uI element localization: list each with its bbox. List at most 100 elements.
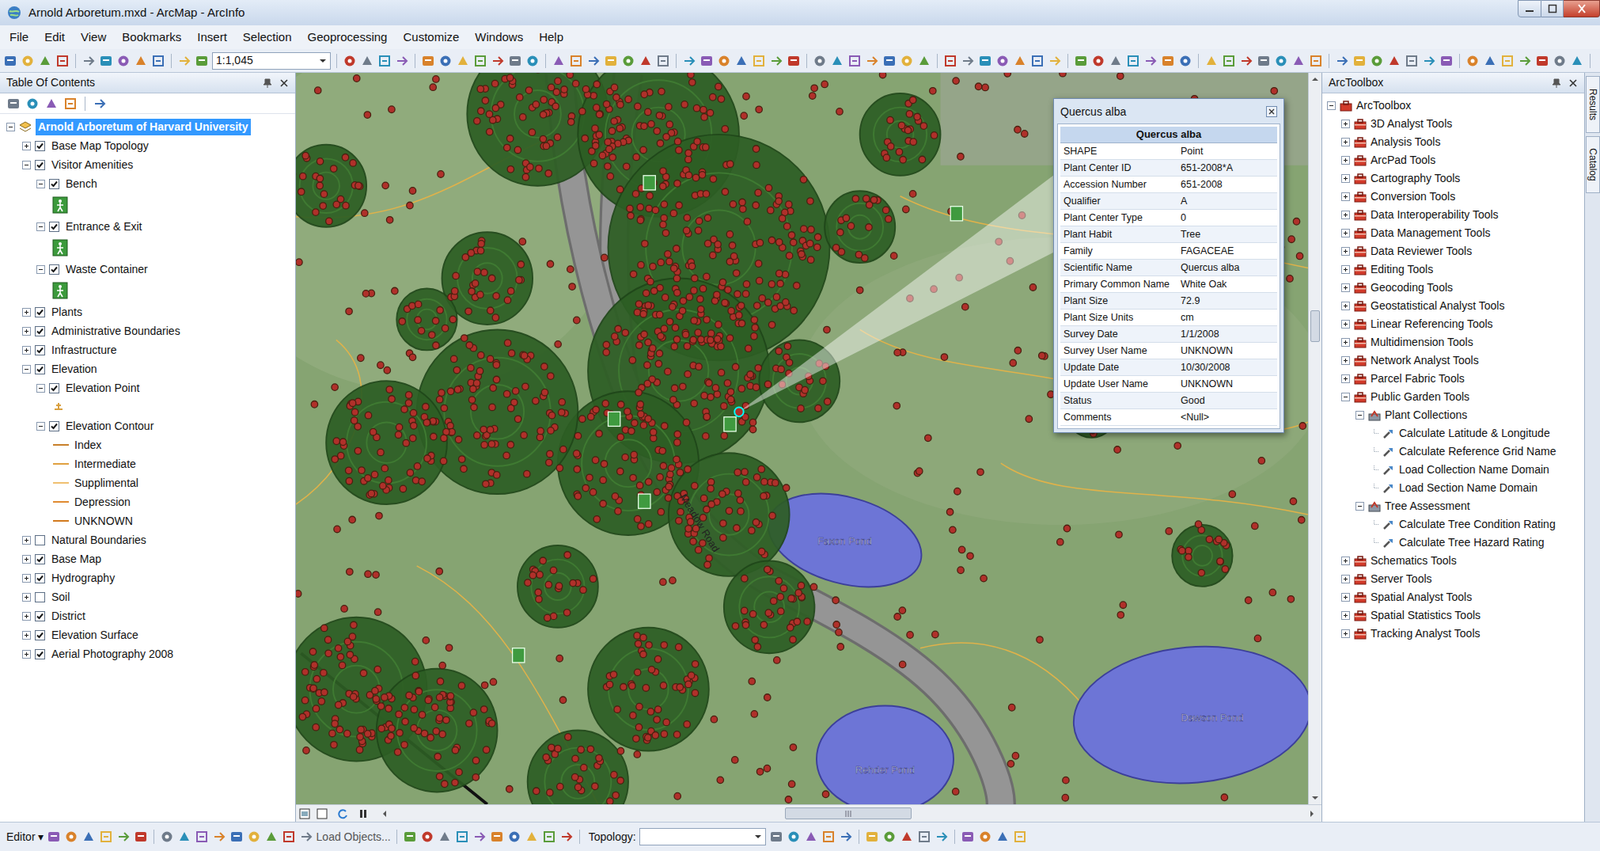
label-text[interactable]: Bench bbox=[65, 177, 98, 190]
scroll-down-icon[interactable] bbox=[1308, 791, 1322, 804]
layer-checkbox[interactable] bbox=[34, 140, 46, 152]
tool-icon[interactable] bbox=[786, 829, 801, 844]
tool-icon[interactable] bbox=[525, 53, 540, 69]
tool-icon[interactable] bbox=[699, 53, 714, 69]
toc-item[interactable]: Visitor Amenities bbox=[0, 155, 296, 175]
expand-toggle-icon[interactable] bbox=[1341, 392, 1350, 402]
toolbox-item[interactable]: Geocoding Tools bbox=[1322, 278, 1585, 297]
load-objects-label[interactable]: Load Objects... bbox=[316, 828, 391, 846]
item-label[interactable]: Elevation bbox=[49, 360, 100, 378]
tool-icon[interactable] bbox=[212, 829, 227, 844]
tool-icon[interactable] bbox=[1273, 53, 1289, 69]
layout-view-icon[interactable] bbox=[297, 807, 312, 820]
tool-icon[interactable] bbox=[1030, 53, 1045, 69]
toc-item[interactable]: Infrastructure bbox=[0, 340, 296, 360]
tool-icon[interactable] bbox=[281, 829, 296, 844]
expand-toggle-icon[interactable] bbox=[1341, 246, 1350, 256]
toolbox-item[interactable]: Calculate Reference Grid Name bbox=[1322, 442, 1585, 461]
tool-icon[interactable] bbox=[133, 53, 148, 69]
item-label[interactable]: Hydrography bbox=[49, 569, 118, 587]
tool-icon[interactable] bbox=[1178, 53, 1193, 69]
tool-icon[interactable] bbox=[978, 53, 993, 69]
toolbox-label[interactable]: Geostatistical Analyst Tools bbox=[1370, 297, 1505, 315]
item-label[interactable]: Base Map Topology bbox=[49, 137, 152, 155]
toc-item[interactable]: Aerial Photography 2008 bbox=[0, 644, 296, 664]
layer-checkbox[interactable] bbox=[34, 553, 46, 565]
expand-toggle-icon[interactable] bbox=[1355, 501, 1365, 511]
maximize-button[interactable] bbox=[1541, 0, 1564, 18]
side-tab[interactable]: Catalog bbox=[1585, 136, 1600, 194]
tool-icon[interactable] bbox=[116, 829, 131, 844]
tool-icon[interactable] bbox=[20, 53, 35, 69]
expand-toggle-icon[interactable] bbox=[1341, 155, 1350, 165]
scroll-left-icon[interactable] bbox=[378, 807, 391, 820]
expand-toggle-icon[interactable] bbox=[22, 630, 31, 640]
expand-toggle-icon[interactable] bbox=[1341, 556, 1350, 565]
label-text[interactable]: Arnold Arboretum of Harvard University bbox=[37, 120, 249, 133]
label-text[interactable]: Natural Boundaries bbox=[51, 533, 147, 546]
expand-toggle-icon[interactable] bbox=[1341, 319, 1350, 329]
tool-icon[interactable] bbox=[1369, 53, 1384, 69]
tool-icon[interactable] bbox=[116, 53, 131, 69]
tool-icon[interactable] bbox=[682, 53, 697, 69]
tool-icon[interactable] bbox=[638, 53, 653, 69]
expand-toggle-icon[interactable] bbox=[1341, 210, 1350, 220]
menu-item[interactable]: Edit bbox=[44, 28, 65, 47]
item-label[interactable]: Bench bbox=[63, 175, 100, 193]
toolbox-item[interactable]: Public Garden Tools bbox=[1322, 387, 1585, 406]
tool-icon[interactable] bbox=[524, 829, 539, 844]
toolbox-label[interactable]: Calculate Latitude & Longitude bbox=[1399, 424, 1551, 442]
toolbox-item[interactable]: Parcel Fabric Tools bbox=[1322, 369, 1585, 388]
tool-icon[interactable] bbox=[264, 829, 279, 844]
tool-icon[interactable] bbox=[98, 53, 114, 69]
item-label[interactable]: Elevation Point bbox=[63, 379, 142, 397]
toolbox-label[interactable]: Schematics Tools bbox=[1370, 552, 1457, 569]
toolbox-label[interactable]: Data Management Tools bbox=[1370, 224, 1491, 242]
tool-icon[interactable] bbox=[1160, 53, 1176, 69]
tool-icon[interactable] bbox=[1517, 53, 1532, 69]
label-text[interactable]: Plants bbox=[51, 305, 83, 319]
toolbox-item[interactable]: Geostatistical Analyst Tools bbox=[1322, 296, 1585, 315]
toc-item[interactable]: Natural Boundaries bbox=[0, 530, 296, 550]
expand-toggle-icon[interactable] bbox=[1327, 101, 1336, 110]
horizontal-scroll-track[interactable] bbox=[390, 804, 1306, 822]
toolbox-item[interactable]: Spatial Analyst Tools bbox=[1322, 587, 1585, 607]
tool-icon[interactable] bbox=[960, 53, 975, 69]
layer-checkbox[interactable] bbox=[49, 178, 60, 190]
menu-item[interactable]: View bbox=[80, 28, 107, 47]
toolbox-item[interactable]: Network Analyst Tools bbox=[1322, 351, 1585, 370]
toolbox-label[interactable]: Linear Referencing Tools bbox=[1370, 315, 1494, 333]
tool-icon[interactable] bbox=[44, 96, 59, 111]
item-label[interactable]: Visitor Amenities bbox=[49, 156, 136, 174]
menu-item[interactable]: Customize bbox=[402, 28, 459, 47]
tool-icon[interactable] bbox=[1126, 53, 1141, 69]
layer-checkbox[interactable] bbox=[34, 572, 46, 584]
tool-icon[interactable] bbox=[1569, 53, 1585, 69]
toolbox-label[interactable]: Conversion Tools bbox=[1370, 188, 1456, 205]
label-text[interactable]: Elevation Surface bbox=[51, 628, 139, 641]
toc-item[interactable]: Plants bbox=[0, 302, 296, 322]
item-label[interactable]: Aerial Photography 2008 bbox=[49, 645, 176, 663]
expand-toggle-icon[interactable] bbox=[1341, 629, 1350, 638]
layer-checkbox[interactable] bbox=[49, 382, 60, 394]
tool-icon[interactable] bbox=[751, 53, 766, 69]
tool-icon[interactable] bbox=[864, 829, 880, 844]
tool-icon[interactable] bbox=[586, 53, 601, 69]
item-label[interactable]: Entrance & Exit bbox=[63, 218, 145, 236]
item-label[interactable]: District bbox=[49, 607, 88, 625]
item-label[interactable]: Plants bbox=[49, 303, 85, 321]
toolbox-item[interactable]: Data Management Tools bbox=[1322, 223, 1585, 243]
tool-icon[interactable] bbox=[151, 53, 166, 69]
expand-toggle-icon[interactable] bbox=[22, 573, 31, 583]
tool-icon[interactable] bbox=[1108, 53, 1123, 69]
toc-item[interactable]: Entrance & Exit bbox=[0, 216, 296, 236]
toolbox-label[interactable]: Spatial Statistics Tools bbox=[1370, 606, 1481, 624]
tool-icon[interactable] bbox=[1256, 53, 1271, 69]
tool-icon[interactable] bbox=[194, 829, 209, 844]
expand-toggle-icon[interactable] bbox=[22, 554, 31, 564]
toolbox-item[interactable]: Editing Tools bbox=[1322, 260, 1585, 279]
data-view-icon[interactable] bbox=[314, 807, 330, 820]
toolbox-label[interactable]: Cartography Tools bbox=[1370, 170, 1460, 187]
tool-icon[interactable] bbox=[81, 829, 96, 844]
tool-icon[interactable] bbox=[943, 53, 958, 69]
